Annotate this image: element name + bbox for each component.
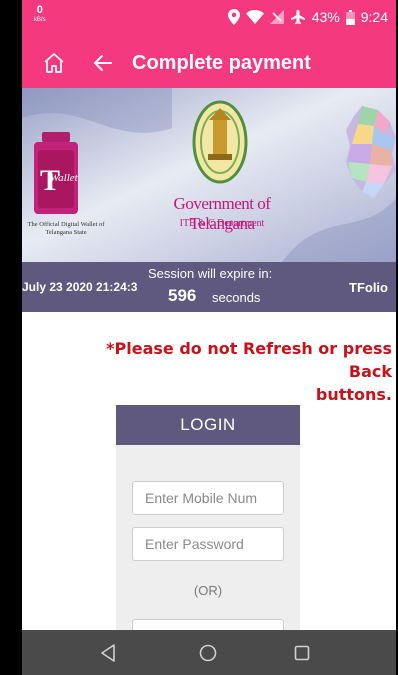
location-icon: [227, 9, 240, 25]
wifi-icon: [245, 10, 264, 24]
telangana-emblem: [192, 100, 248, 184]
status-icons: 43% 9:24: [227, 9, 388, 25]
refresh-warning: *Please do not Refresh or press Back but…: [82, 337, 392, 406]
mobile-number-input[interactable]: [132, 481, 284, 515]
nav-back-icon: [101, 644, 115, 662]
home-button[interactable]: [40, 49, 68, 77]
gov-subtitle: ITE & C Department: [179, 218, 265, 229]
arrow-left-icon: [93, 55, 112, 71]
password-input[interactable]: [132, 527, 284, 561]
banner: T Wallet The Official Digital Wallet of …: [22, 88, 396, 262]
or-separator: (OR): [193, 583, 223, 598]
wallet-caption: The Official Digital Wallet of Telangana…: [27, 221, 105, 236]
nav-recent-button[interactable]: [290, 641, 314, 665]
navigation-bar: [22, 630, 396, 675]
battery-icon: [345, 9, 355, 25]
session-label: Session will expire in:: [148, 266, 273, 281]
net-speed-unit: kB/s: [34, 17, 46, 23]
nav-recent-icon: [294, 645, 310, 661]
wallet-logo-text: Wallet: [50, 172, 78, 184]
session-unit: seconds: [212, 290, 261, 305]
login-card: LOGIN (OR): [116, 405, 300, 649]
phone-frame: 0 kB/s 43% 9:24 Complete payment T Walle…: [0, 0, 398, 675]
clock: 9:24: [360, 9, 388, 25]
nav-home-button[interactable]: [196, 641, 220, 665]
airplane-icon: [290, 9, 306, 25]
screen: 0 kB/s 43% 9:24 Complete payment T Walle…: [22, 0, 396, 675]
status-bar: 0 kB/s 43% 9:24: [22, 0, 396, 38]
warning-line-1: *Please do not Refresh or press Back: [106, 339, 392, 381]
session-bar: July 23 2020 21:24:3 Session will expire…: [22, 262, 396, 312]
no-signal-icon: [269, 10, 284, 24]
warning-line-2: buttons.: [315, 385, 392, 404]
login-header: LOGIN: [116, 405, 300, 445]
telangana-map: [346, 106, 396, 198]
page-title: Complete payment: [132, 51, 311, 74]
home-icon: [44, 53, 64, 73]
nav-back-button[interactable]: [96, 641, 120, 665]
session-countdown: 596: [168, 286, 197, 305]
tfolio-brand: TFolio: [349, 280, 388, 295]
battery-text: 43%: [311, 9, 340, 25]
session-datetime: July 23 2020 21:24:3: [22, 280, 138, 294]
nav-home-icon: [199, 644, 217, 662]
net-speed: 0 kB/s: [34, 5, 46, 25]
back-button[interactable]: [90, 50, 116, 76]
app-bar: Complete payment: [22, 38, 396, 88]
